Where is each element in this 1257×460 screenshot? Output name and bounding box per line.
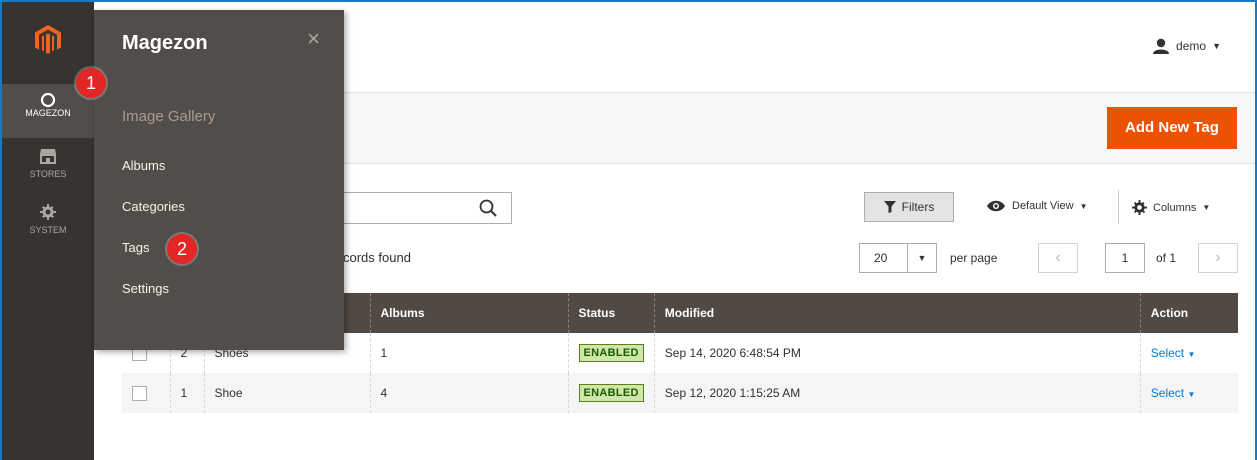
gear-icon [1132, 200, 1147, 215]
row-action-select[interactable]: Select ▼ [1151, 386, 1196, 400]
chevron-down-icon: ▼ [1202, 203, 1211, 212]
store-icon [2, 148, 94, 166]
nav-item-label: MAGEZON [25, 108, 71, 118]
row-id: 1 [169, 373, 204, 413]
chevron-down-icon: ▼ [1212, 41, 1221, 51]
magento-logo-icon [35, 25, 61, 54]
default-view-label: Default View [1012, 200, 1074, 212]
nav-item-system[interactable]: SYSTEM [2, 204, 94, 258]
flyout-item-settings[interactable]: Settings [122, 281, 169, 296]
status-badge: ENABLED [578, 344, 644, 362]
column-header-modified[interactable]: Modified [653, 293, 1141, 333]
nav-item-label: STORES [29, 169, 67, 179]
page-count-text: of 1 [1156, 251, 1177, 265]
records-found-text: cords found [343, 250, 411, 265]
magento-logo[interactable] [2, 2, 94, 78]
eye-icon [987, 200, 1005, 212]
flyout-item-categories[interactable]: Categories [122, 199, 185, 214]
row-status-cell: ENABLED [567, 373, 655, 413]
column-header-albums[interactable]: Albums [369, 293, 568, 333]
chevron-down-icon: ▼ [1187, 390, 1196, 399]
per-page-select[interactable]: 20 ▼ [859, 243, 937, 273]
chevron-left-icon: ‹ [1055, 249, 1061, 266]
columns-dropdown[interactable]: Columns ▼ [1132, 200, 1210, 215]
per-page-label: per page [950, 251, 998, 265]
column-header-status[interactable]: Status [567, 293, 655, 333]
page-number-input[interactable]: 1 [1105, 243, 1145, 273]
chevron-right-icon: › [1215, 249, 1221, 266]
per-page-value: 20 [860, 244, 908, 272]
add-new-tag-button[interactable]: Add New Tag [1107, 107, 1237, 149]
magezon-flyout-menu: Magezon × Image Gallery Albums Categorie… [94, 10, 344, 350]
user-menu[interactable]: demo ▼ [1152, 38, 1221, 54]
column-header-action: Action [1139, 293, 1238, 333]
step-badge-2: 2 [167, 234, 197, 264]
row-action-cell: Select ▼ [1139, 373, 1238, 413]
row-checkbox[interactable] [132, 385, 147, 401]
prev-page-button[interactable]: ‹ [1038, 243, 1078, 273]
row-modified: Sep 12, 2020 1:15:25 AM [653, 373, 1141, 413]
gear-icon [2, 204, 94, 222]
row-name: Shoe [203, 373, 370, 413]
row-status-cell: ENABLED [567, 333, 655, 373]
row-action-label: Select [1150, 386, 1185, 400]
user-name: demo [1176, 39, 1207, 53]
status-badge: ENABLED [578, 384, 644, 402]
close-icon[interactable]: × [307, 28, 320, 50]
chevron-down-icon: ▼ [1079, 201, 1088, 211]
row-action-select[interactable]: Select ▼ [1151, 346, 1196, 360]
admin-window: MAGEZON STORES SYSTEM Magezon × Image Ga… [0, 0, 1257, 460]
filters-label: Filters [901, 200, 935, 214]
filter-icon [883, 201, 896, 213]
toolbar-divider [1118, 190, 1119, 224]
user-icon [1153, 38, 1170, 54]
filters-button[interactable]: Filters [864, 192, 954, 222]
flyout-section-title: Image Gallery [122, 108, 216, 125]
table-row: 1 Shoe 4 ENABLED Sep 12, 2020 1:15:25 AM… [122, 373, 1238, 413]
step-badge-1: 1 [76, 68, 106, 98]
columns-label: Columns [1153, 201, 1197, 214]
search-icon[interactable] [479, 199, 497, 222]
row-albums: 4 [369, 373, 568, 413]
nav-item-label: SYSTEM [29, 225, 67, 235]
nav-item-stores[interactable]: STORES [2, 148, 94, 202]
row-albums: 1 [369, 333, 568, 373]
chevron-down-icon[interactable]: ▼ [908, 244, 936, 272]
flyout-title: Magezon [122, 32, 208, 54]
search-input[interactable] [322, 192, 512, 224]
next-page-button[interactable]: › [1198, 243, 1238, 273]
flyout-item-tags[interactable]: Tags [122, 240, 149, 255]
row-checkbox-cell [122, 373, 170, 413]
chevron-down-icon: ▼ [1187, 350, 1196, 359]
flyout-item-albums[interactable]: Albums [122, 158, 165, 173]
row-action-cell: Select ▼ [1139, 333, 1238, 373]
default-view-dropdown[interactable]: Default View ▼ [986, 200, 1087, 212]
row-action-label: Select [1150, 346, 1185, 360]
row-modified: Sep 14, 2020 6:48:54 PM [653, 333, 1141, 373]
